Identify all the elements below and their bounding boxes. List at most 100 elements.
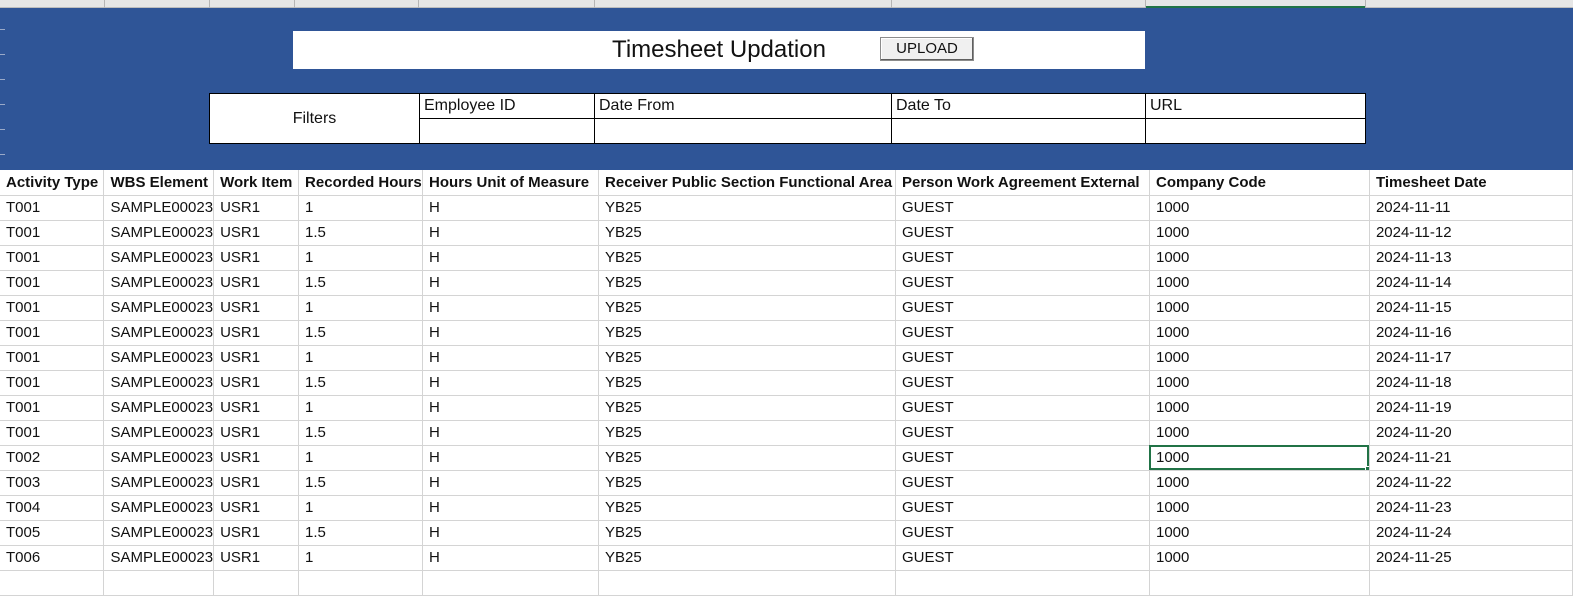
table-cell[interactable] [422, 570, 600, 596]
table-cell[interactable]: GUEST [895, 345, 1150, 371]
table-cell[interactable]: H [422, 270, 600, 296]
fill-handle[interactable] [1364, 465, 1369, 469]
table-cell[interactable]: 1000 [1149, 470, 1370, 496]
table-cell[interactable]: 2024-11-19 [1369, 395, 1573, 421]
table-cell[interactable]: H [422, 495, 600, 521]
table-cell[interactable]: YB25 [598, 195, 896, 221]
table-cell[interactable]: 2024-11-18 [1369, 370, 1573, 396]
table-cell[interactable]: USR1 [213, 270, 300, 296]
table-cell[interactable]: YB25 [598, 495, 896, 521]
column-header[interactable]: WBS Element [103, 170, 215, 196]
table-cell[interactable]: SAMPLE00023 [103, 545, 215, 571]
table-cell[interactable] [298, 570, 424, 596]
table-cell[interactable]: 1.5 [298, 320, 424, 346]
table-cell[interactable]: YB25 [598, 370, 896, 396]
table-cell[interactable]: 1000 [1149, 420, 1370, 446]
table-cell[interactable]: YB25 [598, 395, 896, 421]
table-cell[interactable]: YB25 [598, 295, 896, 321]
table-cell[interactable]: USR1 [213, 470, 300, 496]
table-cell[interactable]: USR1 [213, 545, 300, 571]
table-cell[interactable]: 1.5 [298, 420, 424, 446]
table-cell[interactable]: GUEST [895, 545, 1150, 571]
upload-button[interactable]: UPLOAD [880, 37, 974, 61]
table-cell[interactable]: H [422, 520, 600, 546]
table-cell[interactable]: H [422, 445, 600, 471]
table-cell[interactable] [0, 570, 105, 596]
column-header[interactable]: Timesheet Date [1369, 170, 1573, 196]
table-cell[interactable]: 1000 [1149, 320, 1370, 346]
table-cell[interactable]: 1.5 [298, 370, 424, 396]
column-header[interactable]: Company Code [1149, 170, 1370, 196]
table-cell[interactable]: 2024-11-21 [1369, 445, 1573, 471]
table-cell[interactable]: 1000 [1149, 345, 1370, 371]
table-cell[interactable]: T006 [0, 545, 105, 571]
table-cell[interactable]: T001 [0, 320, 105, 346]
table-cell[interactable]: GUEST [895, 195, 1150, 221]
table-cell[interactable]: USR1 [213, 395, 300, 421]
table-cell[interactable]: SAMPLE00023 [103, 445, 215, 471]
table-cell[interactable]: 2024-11-13 [1369, 245, 1573, 271]
table-cell[interactable]: GUEST [895, 395, 1150, 421]
column-header[interactable]: Receiver Public Section Functional Area [598, 170, 896, 196]
table-cell[interactable]: H [422, 545, 600, 571]
table-cell[interactable]: GUEST [895, 470, 1150, 496]
table-cell[interactable]: 1 [298, 245, 424, 271]
table-cell[interactable]: SAMPLE00023 [103, 195, 215, 221]
table-cell[interactable]: GUEST [895, 370, 1150, 396]
table-cell[interactable]: T001 [0, 420, 105, 446]
table-cell[interactable]: 2024-11-14 [1369, 270, 1573, 296]
table-cell[interactable]: USR1 [213, 370, 300, 396]
table-cell[interactable]: T001 [0, 345, 105, 371]
table-cell[interactable]: 1 [298, 295, 424, 321]
table-cell[interactable]: SAMPLE00023 [103, 495, 215, 521]
table-cell[interactable]: GUEST [895, 245, 1150, 271]
table-cell[interactable]: USR1 [213, 345, 300, 371]
table-cell[interactable]: 1000 [1149, 545, 1370, 571]
table-cell[interactable]: USR1 [213, 320, 300, 346]
table-cell[interactable]: H [422, 295, 600, 321]
table-cell[interactable]: H [422, 470, 600, 496]
table-cell[interactable]: 1000 [1149, 520, 1370, 546]
table-cell[interactable]: USR1 [213, 445, 300, 471]
table-cell[interactable]: USR1 [213, 245, 300, 271]
table-cell[interactable]: H [422, 220, 600, 246]
table-cell[interactable] [1149, 570, 1370, 596]
table-cell[interactable]: SAMPLE00023 [103, 320, 215, 346]
table-cell[interactable]: USR1 [213, 220, 300, 246]
table-cell[interactable]: USR1 [213, 520, 300, 546]
column-header[interactable]: Activity Type [0, 170, 105, 196]
table-cell[interactable]: T005 [0, 520, 105, 546]
table-cell[interactable]: H [422, 395, 600, 421]
table-cell[interactable]: GUEST [895, 270, 1150, 296]
table-cell[interactable]: YB25 [598, 445, 896, 471]
column-header[interactable]: Hours Unit of Measure [422, 170, 600, 196]
url-input[interactable] [1146, 119, 1365, 143]
table-cell[interactable]: SAMPLE00023 [103, 295, 215, 321]
table-cell[interactable]: USR1 [213, 495, 300, 521]
table-cell[interactable]: GUEST [895, 520, 1150, 546]
table-cell[interactable]: 1000 [1149, 220, 1370, 246]
table-cell[interactable]: 1 [298, 545, 424, 571]
table-cell[interactable]: 2024-11-11 [1369, 195, 1573, 221]
table-cell[interactable]: GUEST [895, 320, 1150, 346]
table-cell[interactable]: SAMPLE00023 [103, 370, 215, 396]
table-cell[interactable]: 1.5 [298, 520, 424, 546]
table-cell[interactable]: USR1 [213, 295, 300, 321]
table-cell[interactable]: H [422, 370, 600, 396]
table-cell[interactable]: YB25 [598, 245, 896, 271]
table-cell[interactable]: YB25 [598, 420, 896, 446]
table-cell[interactable] [103, 570, 215, 596]
table-cell[interactable]: 1000 [1149, 295, 1370, 321]
table-cell[interactable]: 1000 [1149, 195, 1370, 221]
column-header[interactable]: Person Work Agreement External [895, 170, 1150, 196]
table-cell[interactable]: SAMPLE00023 [103, 420, 215, 446]
selected-cell[interactable]: 1000 [1149, 445, 1370, 471]
table-cell[interactable]: H [422, 345, 600, 371]
table-cell[interactable]: YB25 [598, 520, 896, 546]
table-cell[interactable]: YB25 [598, 470, 896, 496]
table-cell[interactable]: 1000 [1149, 395, 1370, 421]
table-cell[interactable]: SAMPLE00023 [103, 345, 215, 371]
table-cell[interactable]: T001 [0, 395, 105, 421]
column-header[interactable]: Recorded Hours [298, 170, 424, 196]
table-cell[interactable]: 2024-11-23 [1369, 495, 1573, 521]
